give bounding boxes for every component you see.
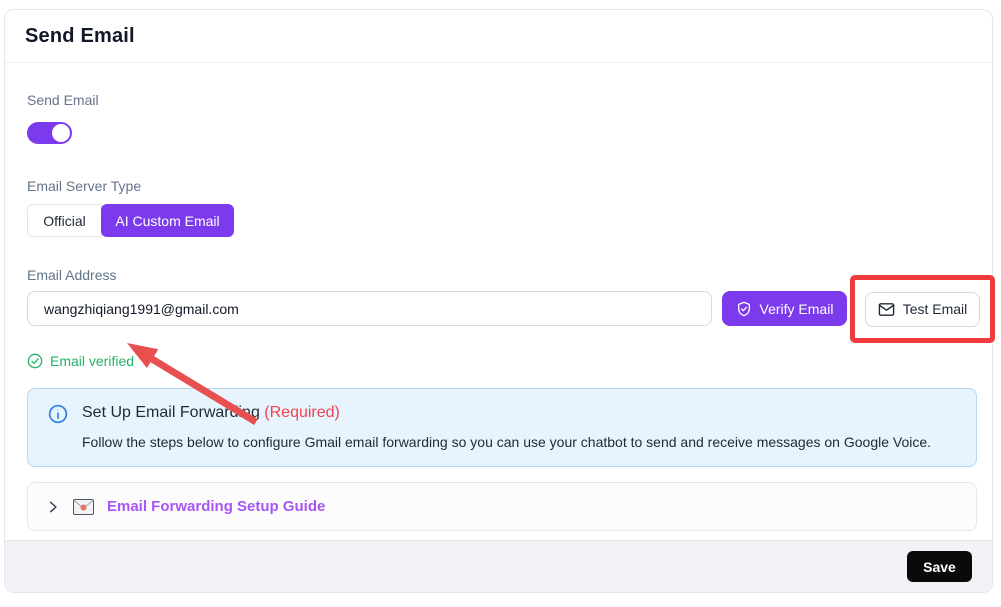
send-email-card: Send Email Send Email Email Server Type … <box>4 9 993 593</box>
check-circle-icon <box>27 353 43 369</box>
email-server-type-segmented: Official AI Custom Email <box>27 204 234 237</box>
guide-label: Email Forwarding Setup Guide <box>107 498 325 515</box>
info-description: Follow the steps below to configure Gmai… <box>82 433 931 452</box>
email-forwarding-info-box: Set Up Email Forwarding (Required) Follo… <box>27 388 977 467</box>
server-type-ai-custom-button[interactable]: AI Custom Email <box>101 204 234 237</box>
card-header: Send Email <box>5 10 992 63</box>
verify-email-button[interactable]: Verify Email <box>722 291 847 326</box>
info-title-text: Set Up Email Forwarding <box>82 404 264 421</box>
send-email-label: Send Email <box>27 90 977 111</box>
send-email-toggle[interactable] <box>27 122 72 144</box>
toggle-knob <box>52 124 70 142</box>
save-button[interactable]: Save <box>907 551 972 582</box>
email-address-label: Email Address <box>27 265 977 286</box>
verify-email-label: Verify Email <box>760 301 834 317</box>
info-title: Set Up Email Forwarding (Required) <box>82 402 931 424</box>
page-title: Send Email <box>25 25 135 48</box>
email-verified-status: Email verified <box>27 353 977 369</box>
email-address-input[interactable] <box>27 291 712 326</box>
email-verified-text: Email verified <box>50 353 134 369</box>
email-input-row: Verify Email Test Email <box>27 291 995 343</box>
card-footer: Save <box>5 540 992 592</box>
info-required-text: (Required) <box>264 404 340 421</box>
card-body: Send Email Email Server Type Official AI… <box>5 90 992 531</box>
email-envelope-emoji-icon <box>73 499 94 515</box>
chevron-right-icon <box>46 500 60 514</box>
email-server-type-label: Email Server Type <box>27 176 977 197</box>
info-icon <box>48 404 68 452</box>
test-email-button[interactable]: Test Email <box>865 292 980 327</box>
info-content: Set Up Email Forwarding (Required) Follo… <box>82 402 931 452</box>
server-type-official-button[interactable]: Official <box>27 204 102 237</box>
red-highlight-box: Test Email <box>850 275 995 343</box>
email-forwarding-setup-guide-accordion[interactable]: Email Forwarding Setup Guide <box>27 482 977 531</box>
envelope-icon <box>878 302 895 317</box>
test-email-label: Test Email <box>903 301 968 317</box>
shield-check-icon <box>736 301 752 317</box>
page: Send Email Send Email Email Server Type … <box>0 0 1001 607</box>
